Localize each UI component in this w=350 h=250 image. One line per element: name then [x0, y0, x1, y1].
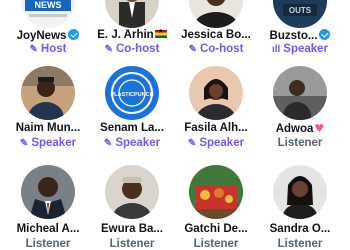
participant-name: E. J. Arhin — [97, 29, 154, 41]
participant-name: Sandra O... — [269, 223, 331, 235]
avatar-text: OUTS — [289, 6, 312, 15]
verified-icon — [68, 29, 80, 40]
avatar[interactable] — [105, 0, 159, 28]
sparkle-mic-icon: ✎ — [29, 44, 38, 55]
avatar[interactable] — [189, 66, 243, 120]
participant-role: Co-host — [115, 43, 160, 55]
ghana-flag-icon — [154, 29, 167, 38]
avatar[interactable] — [273, 66, 327, 120]
sparkle-mic-icon: ✎ — [19, 138, 29, 149]
participant-role: Listener — [25, 238, 71, 250]
participant-name: Naim Mun... — [15, 122, 81, 134]
participant-name: Adwoa — [275, 123, 314, 135]
participant-role: Speaker — [199, 137, 245, 149]
participant-role: Speaker — [283, 43, 329, 55]
participant-role: Speaker — [115, 137, 161, 149]
avatar[interactable] — [21, 66, 75, 120]
participant-name: Fasila Alh... — [184, 122, 248, 134]
avatar[interactable] — [105, 165, 159, 219]
participant-name: JoyNews — [16, 30, 67, 42]
participant-role: Listener — [193, 238, 239, 250]
participant-name: Jessica Bo... — [181, 29, 251, 41]
participant-role: Listener — [109, 238, 155, 250]
participant-role: Host — [40, 43, 67, 55]
participant-role: Co-host — [199, 43, 244, 55]
avatar[interactable]: NEWS — [21, 0, 75, 28]
participant-name: Buzsto... — [269, 30, 318, 42]
participants-grid: NEWS JoyNews ✎Host E. J. Arhin ✎Co-host — [0, 0, 350, 250]
avatar[interactable] — [189, 165, 243, 219]
avatar[interactable]: OUTS — [273, 0, 327, 28]
participant-name: Micheal A... — [16, 223, 80, 235]
pink-heart-icon: ♥ — [314, 122, 325, 135]
participant-name: Ewura Ba... — [101, 223, 163, 235]
verified-icon — [319, 29, 331, 40]
avatar-text: PLASTICPUNCH — [110, 92, 153, 98]
sparkle-mic-icon: ✎ — [103, 138, 113, 149]
participant-role: Listener — [277, 238, 323, 250]
sound-bars-icon: ıll — [271, 44, 281, 55]
avatar-text: NEWS — [35, 0, 62, 10]
avatar[interactable]: PLASTICPUNCH — [105, 66, 159, 120]
participant-role: Listener — [277, 137, 323, 149]
sparkle-mic-icon: ✎ — [187, 138, 197, 149]
avatar[interactable] — [21, 165, 75, 219]
sparkle-mic-icon: ✎ — [104, 44, 113, 55]
participant-name: Gatchi De... — [184, 223, 248, 235]
participant-role: Speaker — [31, 137, 77, 149]
sparkle-mic-icon: ✎ — [188, 44, 197, 55]
avatar[interactable] — [189, 0, 243, 28]
participant-name: Senam La... — [100, 122, 164, 134]
avatar[interactable] — [273, 165, 327, 219]
